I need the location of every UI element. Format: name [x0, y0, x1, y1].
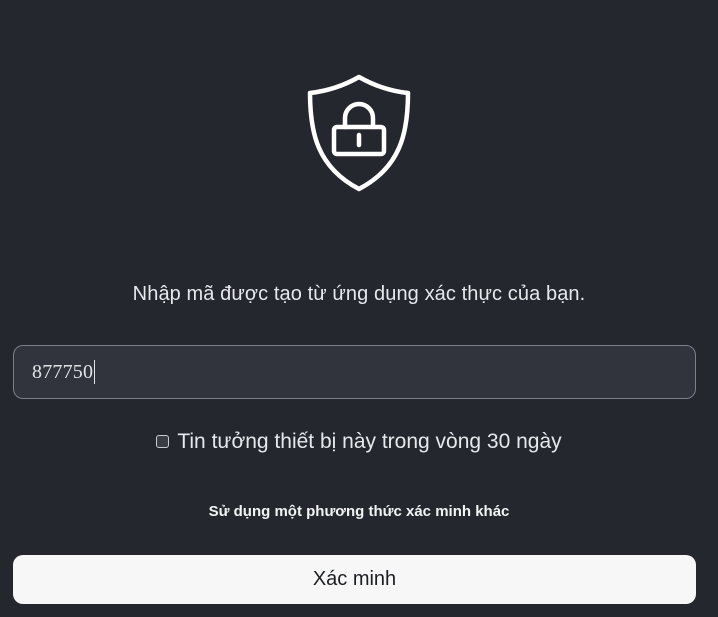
shield-lock-icon-wrap: [0, 72, 718, 194]
alternative-method-link[interactable]: Sử dụng một phương thức xác minh khác: [0, 503, 718, 520]
trust-device-option[interactable]: Tin tưởng thiết bị này trong vòng 30 ngà…: [0, 430, 718, 454]
verify-button[interactable]: Xác minh: [13, 555, 696, 604]
text-caret: [94, 360, 96, 384]
shield-lock-icon: [307, 74, 411, 192]
trust-device-checkbox[interactable]: [156, 434, 170, 448]
instruction-text: Nhập mã được tạo từ ứng dụng xác thực củ…: [132, 283, 586, 305]
code-input-value[interactable]: 877750: [32, 361, 93, 384]
trust-device-label[interactable]: Tin tưởng thiết bị này trong vòng 30 ngà…: [177, 430, 561, 454]
code-input[interactable]: 877750: [13, 345, 696, 399]
